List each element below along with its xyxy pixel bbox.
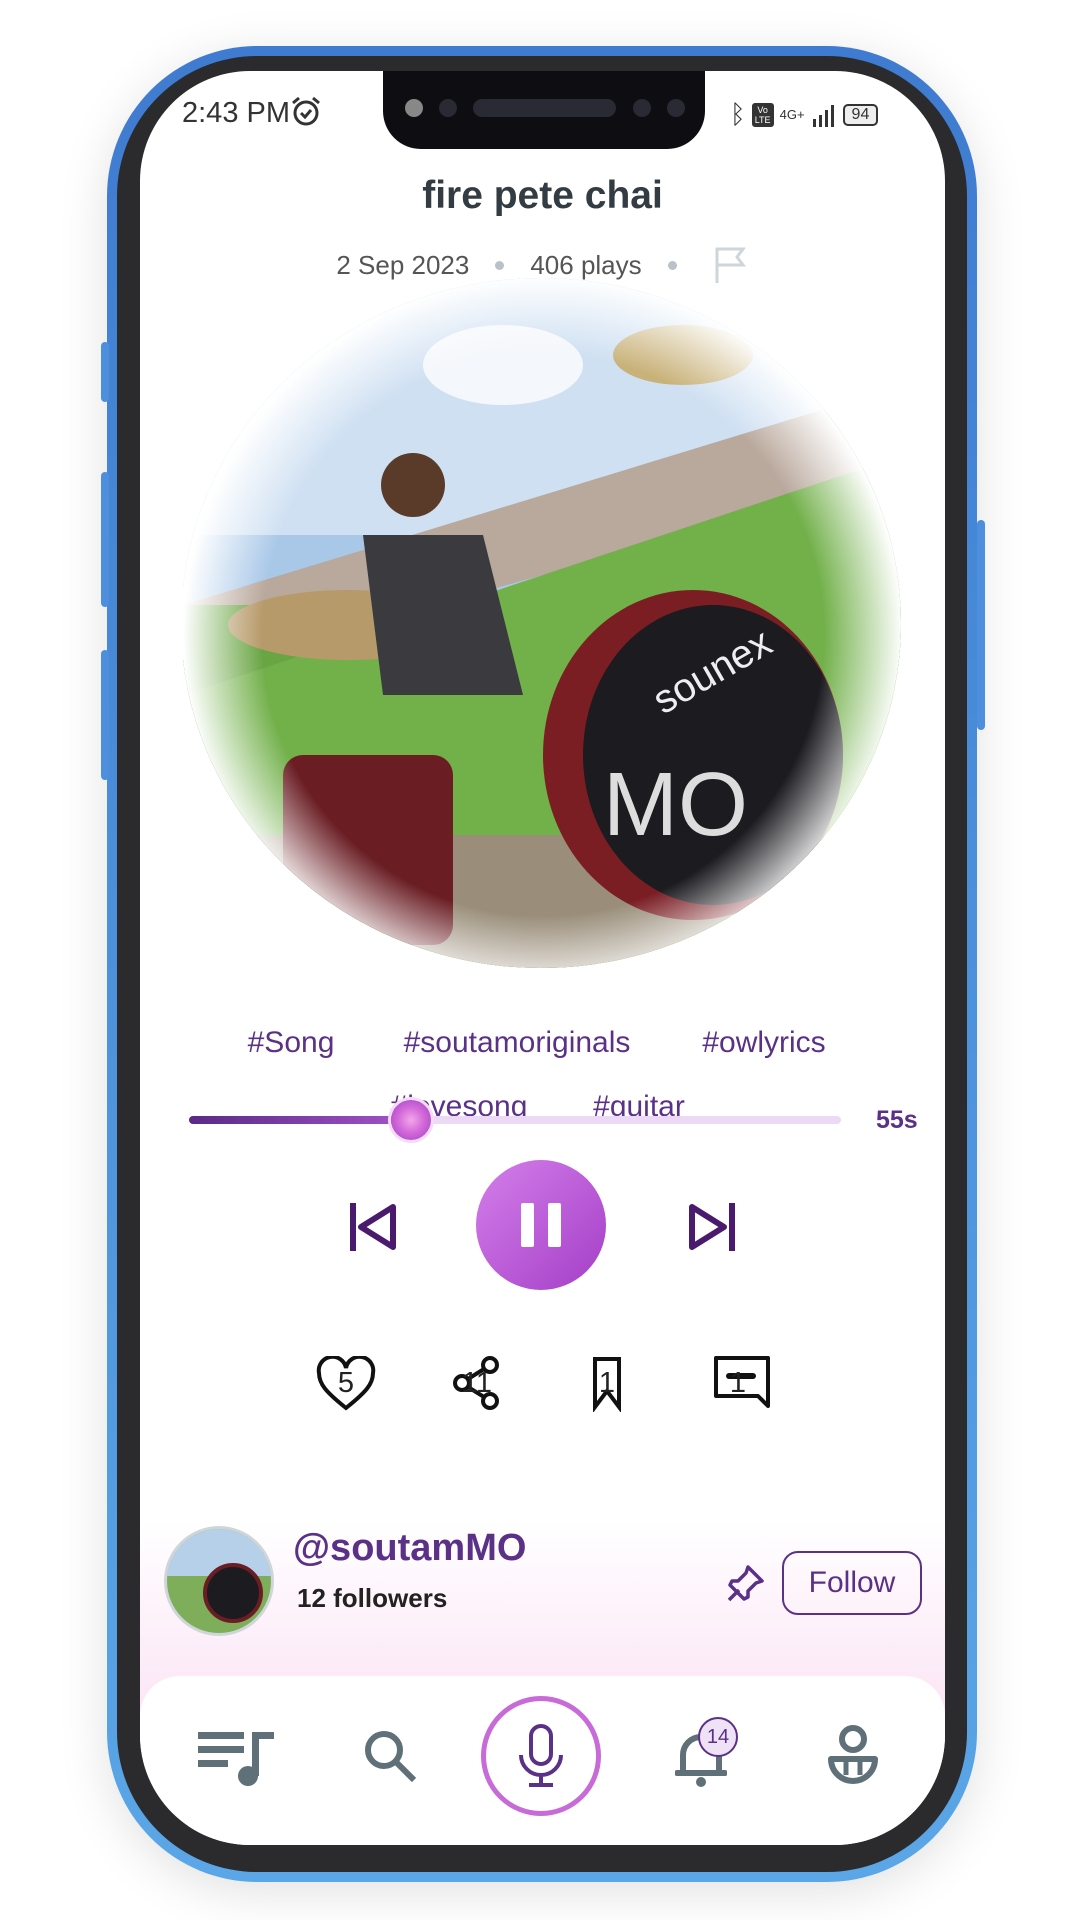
artist-followers: 12 followers <box>297 1583 448 1613</box>
hashtag-link[interactable]: #soutamoriginals <box>404 1026 631 1060</box>
sensor-dot <box>439 99 457 117</box>
bluetooth-icon: ᛒ <box>730 99 746 129</box>
notch <box>383 71 705 149</box>
volte-icon: Vo LTE <box>751 102 774 127</box>
pause-bar <box>548 1203 561 1247</box>
notification-badge: 14 <box>698 1717 738 1757</box>
bookmark-count: 1 <box>598 1367 616 1399</box>
cover-art-image: sounex MO <box>183 278 901 968</box>
progress-fill <box>189 1116 411 1124</box>
hashtag-link[interactable]: #owlyrics <box>702 1026 825 1060</box>
follow-button[interactable]: Follow <box>782 1551 922 1615</box>
progress-slider[interactable] <box>189 1100 841 1140</box>
alarm-icon <box>292 96 320 126</box>
track-title: fire pete chai <box>422 174 663 217</box>
artist-avatar[interactable] <box>164 1526 274 1636</box>
network-type: 4G+ <box>779 107 805 122</box>
battery-indicator: 94 <box>842 103 879 126</box>
speaker <box>473 99 616 117</box>
pause-button[interactable] <box>476 1160 606 1290</box>
status-icons: ᛒ Vo LTE 4G+ 94 <box>730 99 879 130</box>
microphone-icon <box>519 1724 563 1787</box>
camera-dot <box>405 99 423 117</box>
record-button[interactable] <box>481 1696 601 1816</box>
duration-label: 55s <box>876 1106 918 1134</box>
sensor-dot <box>667 99 685 117</box>
side-button <box>101 472 109 607</box>
previous-track-icon[interactable] <box>347 1199 399 1255</box>
artist-username[interactable]: @soutamMO <box>293 1527 526 1570</box>
separator-dot <box>495 260 505 270</box>
side-button <box>977 520 985 730</box>
progress-thumb[interactable] <box>390 1100 431 1140</box>
pause-bar <box>521 1203 534 1247</box>
status-time: 2:43 PM <box>182 97 290 129</box>
pin-icon[interactable] <box>726 1563 766 1603</box>
hashtag-link[interactable]: #Song <box>248 1026 335 1060</box>
comment-count: 1 <box>729 1367 747 1399</box>
side-button <box>101 650 109 780</box>
profile-icon[interactable] <box>827 1725 879 1789</box>
separator-dot <box>667 260 677 270</box>
next-track-icon[interactable] <box>686 1199 738 1255</box>
screen: 2:43 PM ᛒ Vo LTE 4G+ 94 fire pete chai 2… <box>140 71 945 1845</box>
like-count: 5 <box>337 1367 355 1399</box>
share-count: 11 <box>461 1367 493 1399</box>
playlist-icon[interactable] <box>198 1726 274 1786</box>
search-icon[interactable] <box>362 1728 418 1784</box>
sensor-dot <box>633 99 651 117</box>
signal-icon <box>812 104 834 127</box>
side-button <box>101 342 109 402</box>
